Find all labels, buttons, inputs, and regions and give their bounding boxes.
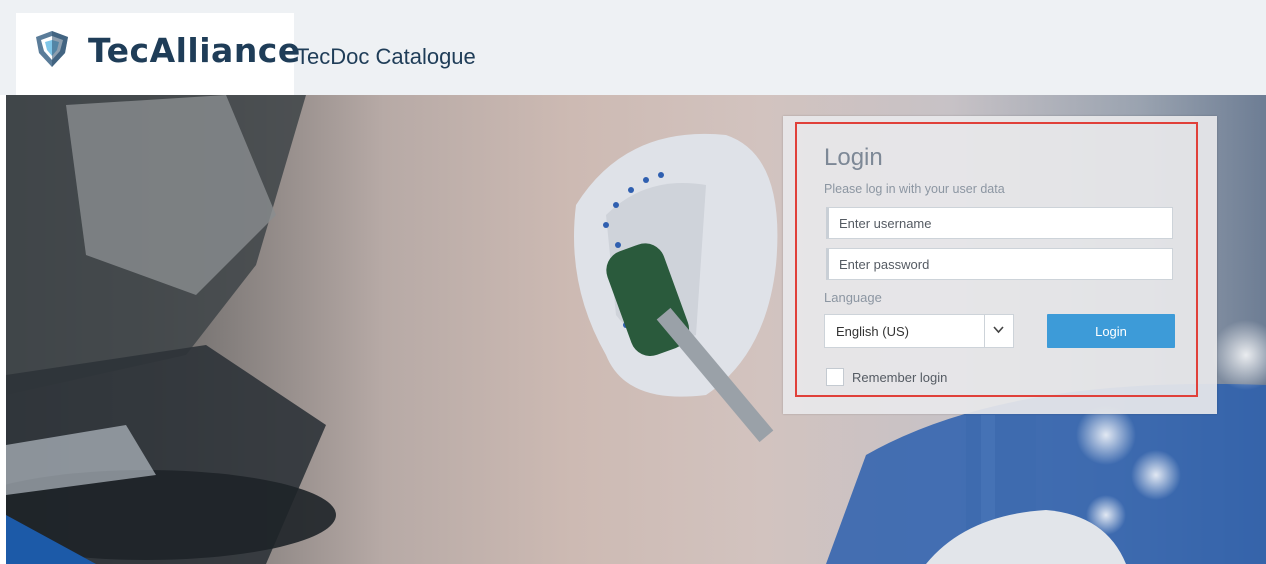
language-select[interactable]: English (US) xyxy=(824,314,1014,348)
app-title: TecDoc Catalogue xyxy=(296,44,476,69)
password-input[interactable] xyxy=(826,248,1173,280)
remember-login-checkbox[interactable] xyxy=(826,368,844,386)
language-selected-value: English (US) xyxy=(836,324,909,339)
brand-logo[interactable]: TecAlliance xyxy=(16,13,300,95)
brand-name: TecAlliance xyxy=(88,31,301,70)
tecalliance-shield-icon xyxy=(36,31,68,67)
login-title: Login xyxy=(824,144,883,171)
remember-login-label[interactable]: Remember login xyxy=(852,370,947,385)
chevron-down-icon xyxy=(993,326,1004,334)
login-panel: Login Please log in with your user data … xyxy=(783,116,1217,414)
language-dropdown-toggle[interactable] xyxy=(984,315,1013,347)
login-subtitle: Please log in with your user data xyxy=(824,182,1005,196)
top-header: TecAlliance TecDoc Catalogue xyxy=(0,0,1266,95)
language-label: Language xyxy=(824,290,882,305)
login-button[interactable]: Login xyxy=(1047,314,1175,348)
username-input[interactable] xyxy=(826,207,1173,239)
